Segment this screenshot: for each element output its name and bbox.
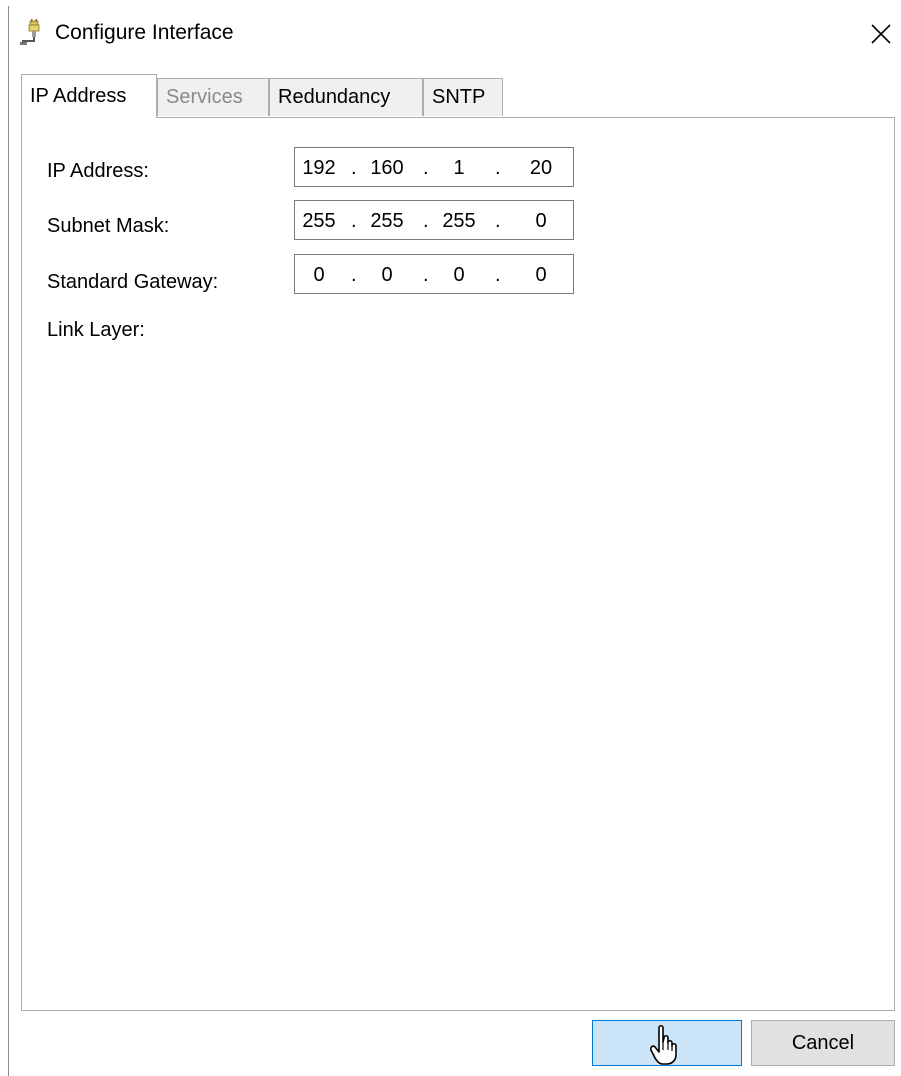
octet-separator: .	[495, 264, 501, 286]
title-bar[interactable]: Configure Interface	[9, 6, 901, 60]
subnet-mask-label: Subnet Mask:	[47, 215, 170, 237]
ip-address-octet-3[interactable]: 1	[437, 155, 481, 181]
ip-address-octet-1[interactable]: 192	[297, 155, 341, 181]
octet-separator: .	[351, 157, 357, 179]
close-icon	[871, 24, 891, 44]
ip-address-panel: IP Address: 192 . 160 . 1 . 20 Subnet Ma…	[21, 117, 895, 1011]
subnet-mask-octet-2[interactable]: 255	[365, 208, 409, 234]
octet-separator: .	[351, 210, 357, 232]
close-button[interactable]	[861, 14, 901, 54]
tab-sntp[interactable]: SNTP	[423, 78, 503, 116]
network-plug-icon	[20, 19, 40, 45]
cancel-button[interactable]: Cancel	[751, 1020, 895, 1066]
link-layer-label: Link Layer:	[47, 319, 145, 341]
window-title: Configure Interface	[55, 21, 234, 44]
standard-gateway-octet-1[interactable]: 0	[297, 262, 341, 288]
tab-redundancy[interactable]: Redundancy	[269, 78, 423, 116]
octet-separator: .	[423, 157, 429, 179]
subnet-mask-octet-3[interactable]: 255	[437, 208, 481, 234]
octet-separator: .	[495, 157, 501, 179]
ip-address-label: IP Address:	[47, 160, 149, 182]
standard-gateway-label: Standard Gateway:	[47, 271, 219, 293]
octet-separator: .	[423, 264, 429, 286]
standard-gateway-octet-3[interactable]: 0	[437, 262, 481, 288]
subnet-mask-input[interactable]: 255 . 255 . 255 . 0	[294, 200, 574, 240]
subnet-mask-octet-1[interactable]: 255	[297, 208, 341, 234]
configure-interface-dialog: Configure Interface IP Address Services …	[8, 6, 901, 1076]
ip-address-input[interactable]: 192 . 160 . 1 . 20	[294, 147, 574, 187]
standard-gateway-octet-4[interactable]: 0	[519, 262, 563, 288]
octet-separator: .	[423, 210, 429, 232]
octet-separator: .	[495, 210, 501, 232]
ip-address-octet-2[interactable]: 160	[365, 155, 409, 181]
tab-ip-address[interactable]: IP Address	[21, 74, 157, 118]
standard-gateway-octet-2[interactable]: 0	[365, 262, 409, 288]
mouse-pointer-icon	[650, 1024, 677, 1065]
standard-gateway-input[interactable]: 0 . 0 . 0 . 0	[294, 254, 574, 294]
octet-separator: .	[351, 264, 357, 286]
tab-services: Services	[157, 78, 269, 116]
ip-address-octet-4[interactable]: 20	[519, 155, 563, 181]
subnet-mask-octet-4[interactable]: 0	[519, 208, 563, 234]
